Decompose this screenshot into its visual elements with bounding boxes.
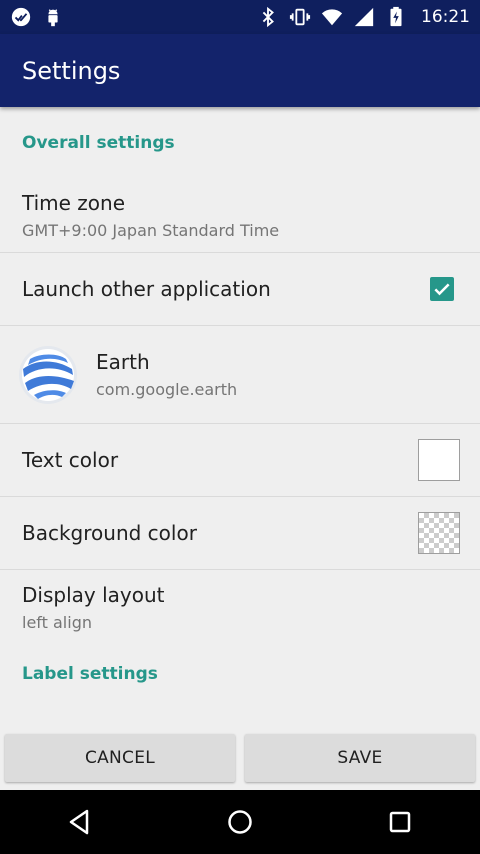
signal-icon [353,6,375,28]
app-package: com.google.earth [96,380,238,399]
page-title: Settings [22,56,121,85]
vibrate-icon [289,6,311,28]
app-info: Earth com.google.earth [96,350,237,399]
setting-background-color[interactable]: Background color [0,497,480,570]
background-color-swatch[interactable] [418,512,460,554]
battery-charging-icon [385,6,407,28]
save-button[interactable]: SAVE [245,734,475,782]
status-left [10,6,64,28]
display-layout-value: left align [22,612,92,632]
bluetooth-icon [257,6,279,28]
status-right: 16:21 [257,6,470,28]
setting-text-color[interactable]: Text color [0,424,480,497]
setting-app-select[interactable]: Earth com.google.earth [0,326,480,424]
time-zone-value: GMT+9:00 Japan Standard Time [22,221,280,240]
display-layout-title: Display layout [22,582,165,607]
app-bar: Settings [0,34,480,107]
text-color-swatch[interactable] [418,439,460,481]
button-bar: CANCEL SAVE [0,727,480,789]
android-icon [42,6,64,28]
recents-icon[interactable] [380,802,420,842]
setting-launch-other-app[interactable]: Launch other application [0,253,480,326]
setting-display-layout[interactable]: Display layout left align [0,570,480,644]
background-color-title: Background color [22,521,197,545]
status-bar: 16:21 [0,0,480,34]
status-time: 16:21 [421,7,470,27]
setting-time-zone[interactable]: Time zone GMT+9:00 Japan Standard Time [0,179,480,253]
time-zone-title: Time zone [22,191,126,215]
check-icon [434,283,450,296]
launch-other-app-checkbox[interactable] [430,277,454,301]
back-icon[interactable] [60,802,100,842]
settings-list[interactable]: Overall settings Time zone GMT+9:00 Japa… [0,107,480,727]
app-name: Earth [96,350,150,374]
wifi-icon [321,6,343,28]
text-color-title: Text color [22,448,119,472]
done-all-icon [10,6,32,28]
home-icon[interactable] [220,802,260,842]
launch-other-app-title: Launch other application [22,277,271,301]
section-header-overall: Overall settings [22,133,175,153]
cancel-button[interactable]: CANCEL [5,734,235,782]
earth-app-icon [18,345,78,405]
section-header-label: Label settings [22,664,158,684]
navigation-bar [0,790,480,854]
